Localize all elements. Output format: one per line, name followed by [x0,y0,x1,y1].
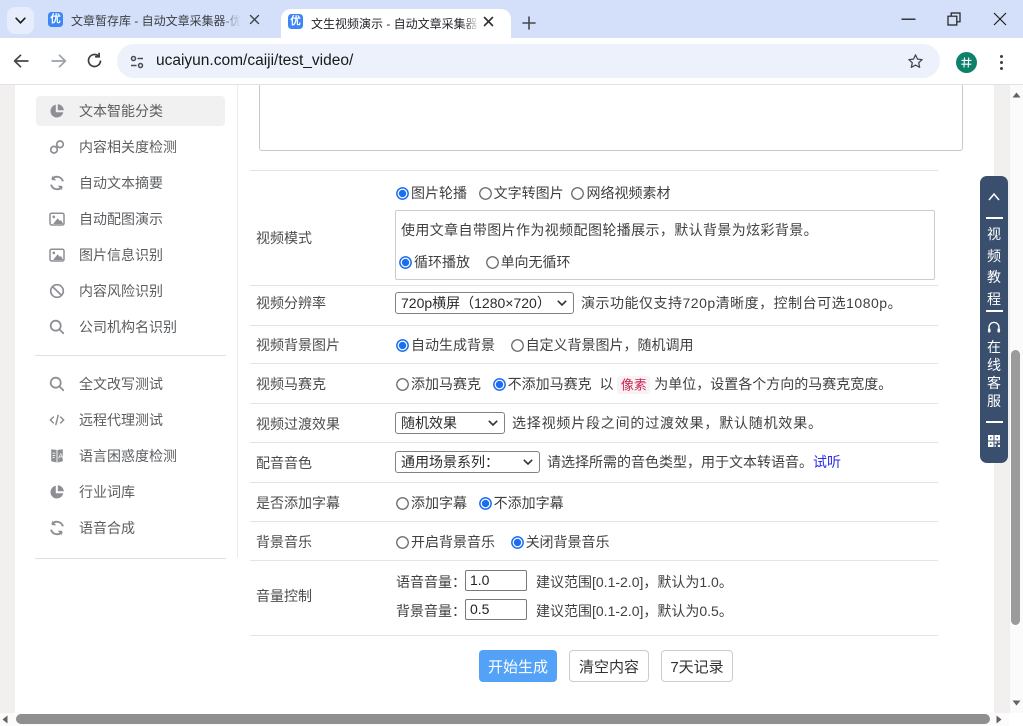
svg-text:A: A [58,452,63,461]
